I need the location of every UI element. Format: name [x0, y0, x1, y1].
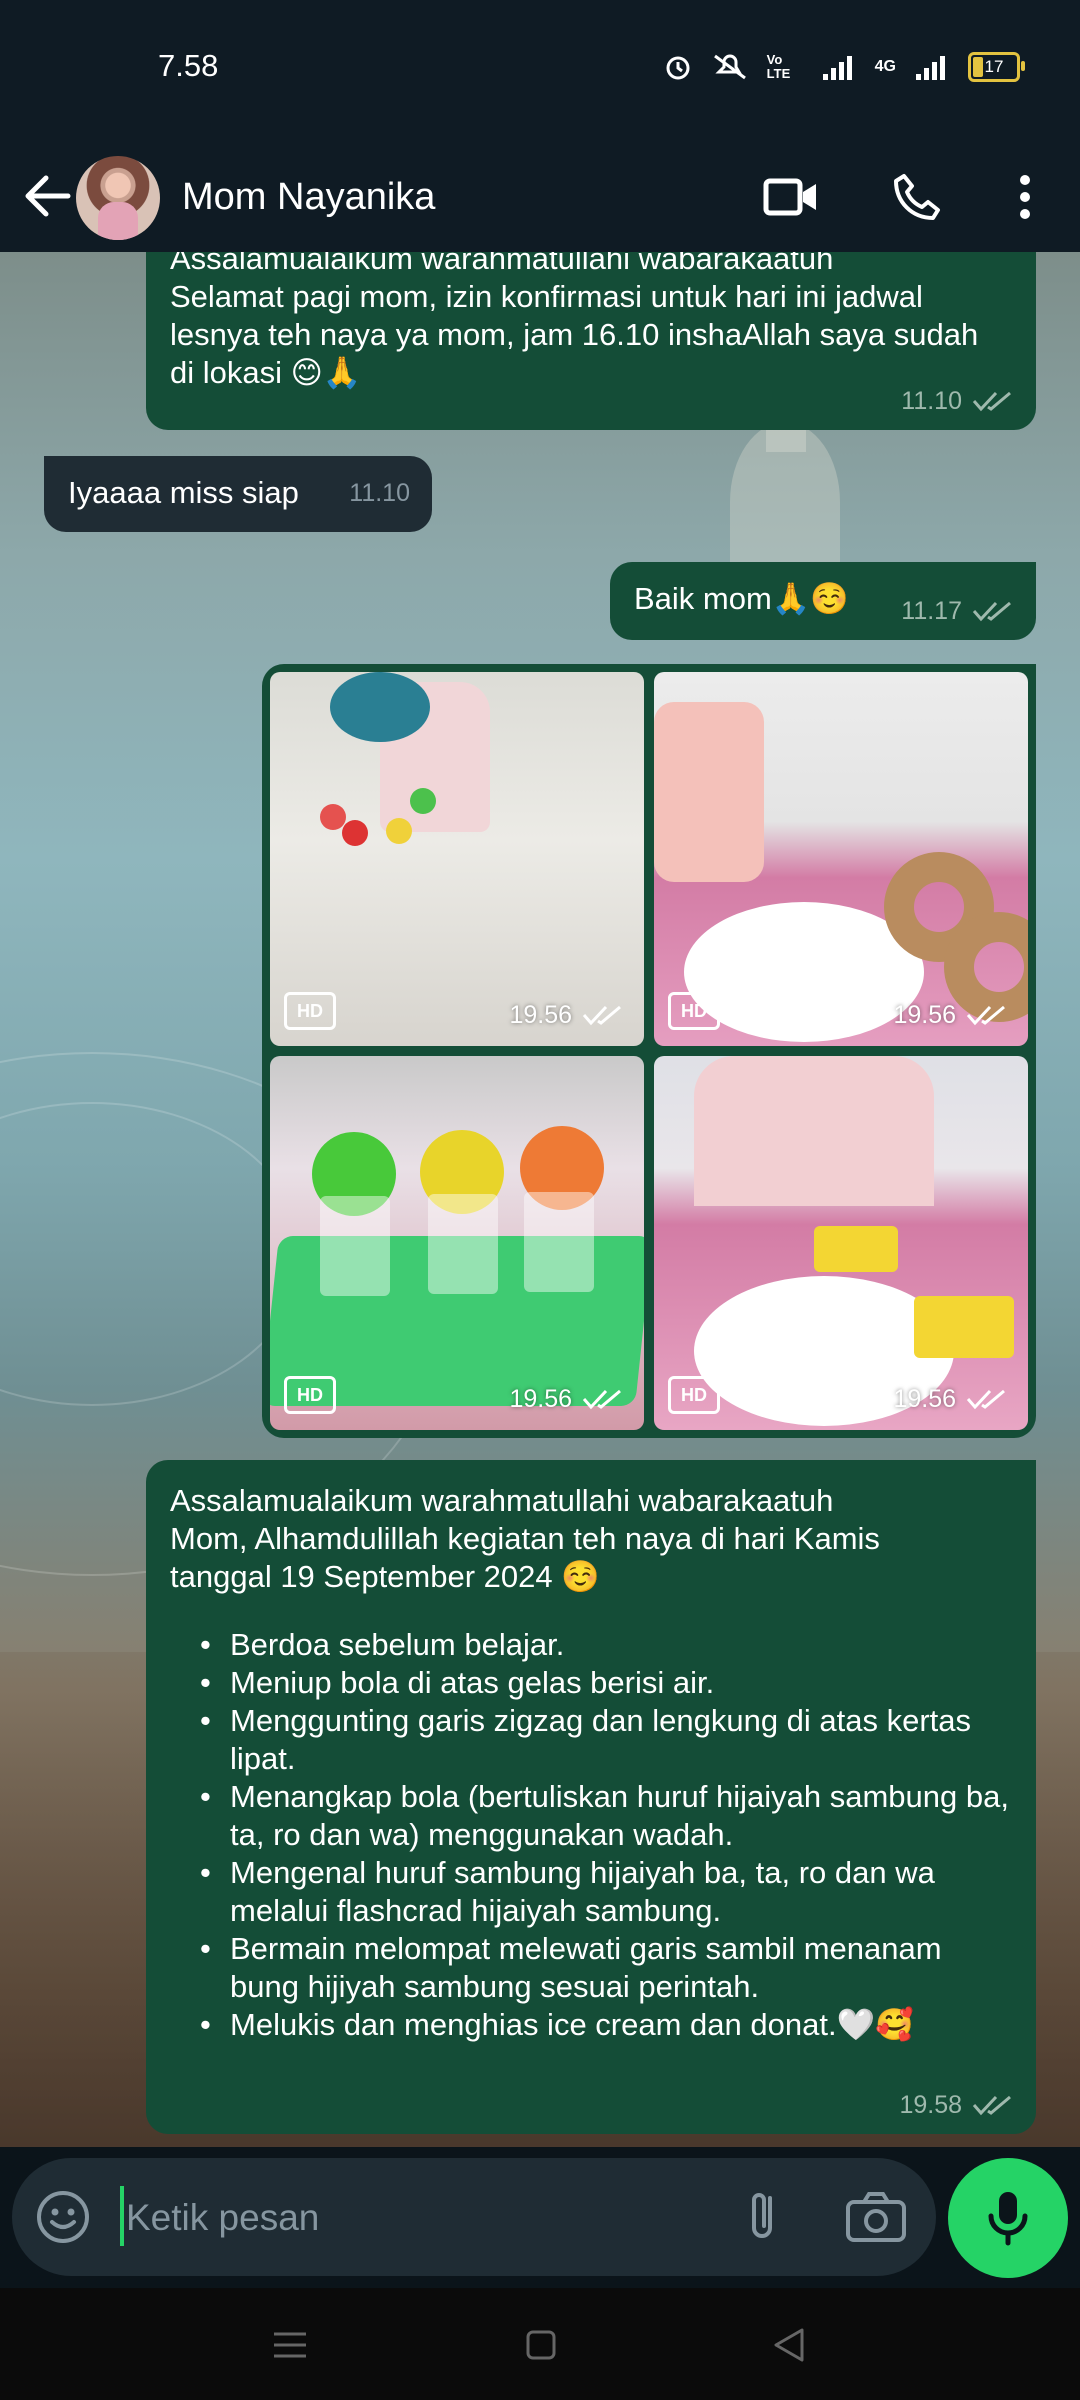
more-vertical-icon [1020, 175, 1030, 219]
photo-meta: 19.56 [509, 996, 624, 1034]
chat-header: Mom Nayanika [0, 140, 1080, 252]
message-time: 11.10 [349, 479, 410, 507]
message-bubble-outgoing[interactable]: Assalamualaikum warahmatullahi wabarakaa… [146, 1460, 1036, 2134]
signal-icon-2 [916, 56, 945, 80]
phone-icon [894, 174, 940, 220]
message-text: Assalamualaikum warahmatullahi wabarakaa… [170, 1483, 834, 1518]
list-item: Melukis dan menghias ice cream dan donat… [200, 2006, 1012, 2044]
voice-call-button[interactable] [882, 162, 952, 232]
system-nav-bar [0, 2288, 1080, 2400]
hd-badge: HD [284, 1376, 336, 1414]
list-item: Mengenal huruf sambung hijaiyah ba, ta, … [200, 1854, 1012, 1930]
avatar[interactable] [76, 156, 160, 240]
message-meta: 11.10 [349, 474, 410, 512]
hd-badge: HD [668, 1376, 720, 1414]
photo-time: 19.56 [893, 1001, 956, 1029]
activity-list: Berdoa sebelum belajar. Meniup bola di a… [170, 1626, 1012, 2044]
photo-thumbnail[interactable]: HD 19.56 [654, 672, 1028, 1046]
battery-icon: 17 [968, 52, 1025, 82]
message-text: Selamat pagi mom, izin konfirmasi untuk … [170, 279, 979, 390]
message-text: Baik mom🙏☺️ [634, 581, 850, 616]
battery-level: 17 [984, 57, 1004, 76]
double-check-icon [966, 1005, 1005, 1026]
list-item: Menangkap bola (bertuliskan huruf hijaiy… [200, 1778, 1012, 1854]
message-meta: 11.17 [901, 592, 1014, 630]
double-check-icon [972, 601, 1011, 622]
message-time: 11.10 [901, 387, 962, 415]
message-bubble-outgoing[interactable]: Assalamualaikum warahmatullahi wabarakaa… [146, 252, 1036, 430]
message-text: Mom, Alhamdulillah kegiatan teh naya di … [170, 1521, 880, 1594]
photo-meta: 19.56 [893, 1380, 1008, 1418]
photo-time: 19.56 [509, 1385, 572, 1413]
message-text: Iyaaaa miss siap [68, 475, 299, 510]
signal-icon [822, 56, 852, 80]
chat-area[interactable]: Assalamualaikum warahmatullahi wabarakaa… [0, 252, 1080, 2147]
list-item: Meniup bola di atas gelas berisi air. [200, 1664, 1012, 1702]
network-type: 4G [874, 58, 896, 75]
photo-meta: 19.56 [509, 1380, 624, 1418]
message-text: Assalamualaikum warahmatullahi wabarakaa… [170, 252, 834, 276]
list-item: Berdoa sebelum belajar. [200, 1626, 1012, 1664]
hd-badge: HD [284, 992, 336, 1030]
wallpaper-dome [730, 422, 840, 582]
more-options-button[interactable] [990, 162, 1060, 232]
back-nav-icon[interactable] [760, 2318, 820, 2372]
photo-time: 19.56 [509, 1001, 572, 1029]
microphone-icon [988, 2192, 1028, 2246]
message-bubble-outgoing[interactable]: Baik mom🙏☺️ 11.17 [610, 562, 1036, 640]
volte-icon: Vo LTE [766, 52, 791, 81]
message-meta: 19.58 [899, 2086, 1014, 2124]
recent-apps-icon[interactable] [260, 2318, 320, 2372]
status-icons: Vo LTE 4G 17 [663, 50, 1025, 84]
list-item: Menggunting garis zigzag dan lengkung di… [200, 1702, 1012, 1778]
alarm-icon [666, 56, 690, 80]
arrow-left-icon[interactable] [18, 166, 78, 226]
camera-icon[interactable] [842, 2184, 910, 2248]
photo-meta: 19.56 [893, 996, 1008, 1034]
double-check-icon [972, 2095, 1011, 2116]
message-input[interactable] [124, 2192, 688, 2244]
mute-icon [713, 54, 746, 80]
contact-name[interactable]: Mom Nayanika [182, 176, 435, 219]
double-check-icon [972, 391, 1011, 412]
paperclip-icon[interactable] [732, 2184, 796, 2248]
photo-thumbnail[interactable]: HD 19.56 [654, 1056, 1028, 1430]
message-bubble-incoming[interactable]: Iyaaaa miss siap 11.10 [44, 456, 432, 532]
message-time: 11.17 [901, 597, 962, 625]
photo-time: 19.56 [893, 1385, 956, 1413]
photo-thumbnail[interactable]: HD 19.56 [270, 1056, 644, 1430]
double-check-icon [582, 1389, 621, 1410]
video-call-button[interactable] [756, 162, 826, 232]
message-composer [12, 2158, 936, 2276]
emoji-icon[interactable] [34, 2188, 92, 2246]
hd-badge: HD [668, 992, 720, 1030]
double-check-icon [582, 1005, 621, 1026]
video-camera-icon [763, 178, 816, 216]
double-check-icon [966, 1389, 1005, 1410]
message-meta: 11.10 [901, 382, 1014, 420]
message-time: 19.58 [899, 2091, 962, 2119]
photo-album[interactable]: HD 19.56 HD 19.56 HD 19.56 HD 19.56 [262, 664, 1036, 1438]
voice-message-button[interactable] [948, 2158, 1068, 2278]
home-icon[interactable] [510, 2318, 570, 2372]
status-time: 7.58 [158, 48, 219, 83]
list-item: Bermain melompat melewati garis sambil m… [200, 1930, 1012, 2006]
status-bar: 7.58 Vo LTE 4G 17 [0, 0, 1080, 140]
photo-thumbnail[interactable]: HD 19.56 [270, 672, 644, 1046]
